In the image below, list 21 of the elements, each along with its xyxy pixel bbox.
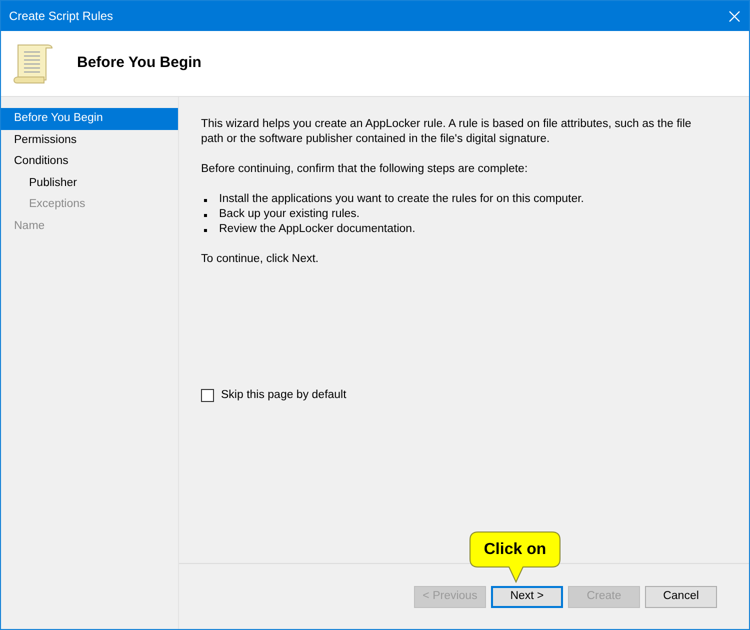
bullet-icon bbox=[204, 199, 207, 202]
wizard-step[interactable]: Before You Begin bbox=[1, 108, 178, 130]
wizard-step[interactable]: Conditions bbox=[1, 151, 178, 172]
intro-paragraph: This wizard helps you create an AppLocker rule. A rule is based on file attributes, such as the file path or the software publisher contained in the file's digital signature. bbox=[201, 117, 692, 147]
wizard-step[interactable]: Permissions bbox=[1, 130, 178, 151]
checkbox-label: Skip this page by default bbox=[221, 388, 346, 403]
list-item: Review the AppLocker documentation. bbox=[219, 222, 416, 237]
wizard-step[interactable]: Publisher bbox=[1, 172, 178, 194]
page-heading: Before You Begin bbox=[77, 53, 202, 74]
window-title: Create Script Rules bbox=[9, 8, 114, 25]
list-item: Back up your existing rules. bbox=[219, 207, 360, 222]
bullet-icon bbox=[204, 229, 207, 232]
checkbox[interactable] bbox=[201, 389, 214, 402]
bullet-icon bbox=[204, 214, 207, 217]
instruction-text: To continue, click Next. bbox=[201, 252, 320, 267]
wizard-button[interactable]: Next > bbox=[491, 586, 563, 608]
close-icon bbox=[728, 10, 740, 22]
instruction-text: Before continuing, confirm that the following steps are complete: bbox=[201, 162, 529, 177]
callout-text: Click on bbox=[482, 540, 548, 560]
wizard-button[interactable]: Cancel bbox=[645, 586, 717, 608]
list-item: Install the applications you want to create the rules for on this computer. bbox=[219, 192, 584, 207]
